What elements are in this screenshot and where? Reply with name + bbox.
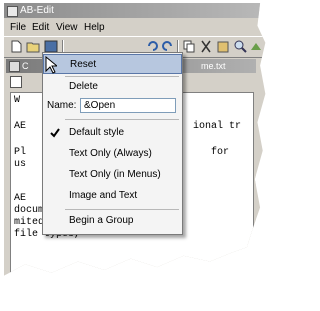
menu-item-text-only-always[interactable]: Text Only (Always) bbox=[43, 144, 182, 164]
menu-item-delete[interactable]: Delete bbox=[43, 77, 182, 97]
cut-icon[interactable] bbox=[199, 40, 213, 53]
menu-view[interactable]: View bbox=[56, 20, 78, 35]
document-icon bbox=[9, 61, 20, 72]
menu-item-text-only-menus[interactable]: Text Only (in Menus) bbox=[43, 165, 182, 185]
menu-separator bbox=[65, 209, 179, 210]
word-wrap-icon[interactable] bbox=[10, 76, 22, 88]
document-title-left: C bbox=[22, 61, 29, 71]
menu-item-default-style[interactable]: Default style bbox=[43, 123, 182, 143]
menu-item-label: Text Only (Always) bbox=[69, 148, 152, 159]
name-label: Name: bbox=[47, 100, 77, 111]
app-icon bbox=[7, 6, 18, 17]
editor-line-fragment: ional tr bbox=[193, 121, 242, 132]
menu-edit[interactable]: Edit bbox=[32, 20, 49, 35]
menu-item-label: Default style bbox=[69, 127, 125, 138]
menu-separator bbox=[65, 119, 179, 120]
window-title: AB-Edit bbox=[20, 5, 54, 16]
menu-help[interactable]: Help bbox=[84, 20, 105, 35]
copy-icon[interactable] bbox=[182, 40, 196, 53]
editor-line-fragment: for bbox=[211, 147, 230, 158]
document-title: me.txt bbox=[201, 61, 226, 71]
mouse-cursor-icon bbox=[45, 56, 57, 74]
editor-line: W bbox=[14, 95, 21, 106]
button-name-field[interactable]: &Open bbox=[80, 98, 176, 113]
editor-line: AE bbox=[14, 121, 27, 132]
editor-line: AE bbox=[14, 193, 27, 204]
menu-item-label: Image and Text bbox=[69, 190, 138, 201]
new-file-icon[interactable] bbox=[9, 40, 23, 53]
replace-icon[interactable] bbox=[249, 40, 263, 53]
find-icon[interactable] bbox=[233, 40, 247, 53]
editor-line: Pl bbox=[14, 147, 27, 158]
menu-item-reset[interactable]: Reset bbox=[43, 54, 182, 74]
menu-file[interactable]: File bbox=[10, 20, 26, 35]
menu-item-label: Begin a Group bbox=[69, 215, 134, 226]
menu-item-label: Reset bbox=[70, 59, 97, 70]
menubar: File Edit View Help bbox=[4, 20, 265, 35]
editor-line: us bbox=[14, 159, 27, 170]
checkmark-icon bbox=[50, 128, 60, 138]
menu-item-label: Delete bbox=[69, 81, 98, 92]
menu-item-label: Text Only (in Menus) bbox=[69, 169, 161, 180]
toolbar-button-context-menu: Reset Delete Name: &Open Default style T… bbox=[42, 52, 183, 235]
menu-item-begin-group[interactable]: Begin a Group bbox=[43, 211, 182, 231]
window-titlebar[interactable]: AB-Edit bbox=[4, 3, 266, 18]
paste-icon[interactable] bbox=[216, 40, 230, 53]
open-folder-icon[interactable] bbox=[26, 40, 40, 53]
menu-item-image-and-text[interactable]: Image and Text bbox=[43, 186, 182, 206]
